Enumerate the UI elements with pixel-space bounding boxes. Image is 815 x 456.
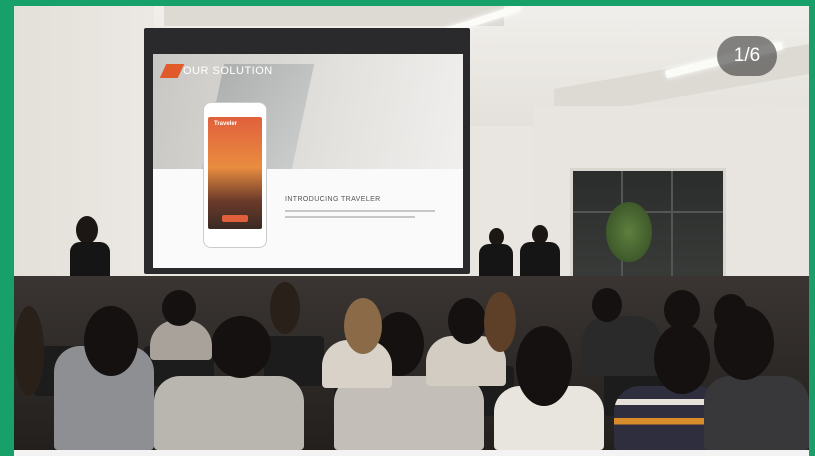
audience-member-hair <box>344 298 382 354</box>
image-counter-badge: 1/6 <box>717 36 777 76</box>
slide-body-text-line <box>285 216 415 218</box>
caption-area <box>14 450 809 456</box>
audience-member-hair <box>664 290 700 330</box>
audience-member-hair <box>211 316 271 378</box>
phone-screen: Traveler <box>208 117 262 229</box>
audience-member <box>582 316 662 376</box>
audience-member-hair <box>270 282 300 334</box>
audience-member-hair <box>14 306 44 396</box>
app-name: Traveler <box>214 121 238 127</box>
audience-member-hair <box>162 290 196 326</box>
projector-screen: OUR SOLUTION Traveler INTRODUCING TRAVEL… <box>153 54 463 268</box>
audience-member-hair <box>516 326 572 406</box>
audience <box>14 276 809 450</box>
slide-subheading: INTRODUCING TRAVELER <box>285 196 381 203</box>
audience-member-hair <box>448 298 486 344</box>
phone-mockup: Traveler <box>203 102 267 248</box>
slide-body-text-line <box>285 210 435 212</box>
audience-member-hair <box>484 292 516 352</box>
audience-member <box>704 376 809 450</box>
phone-app-button <box>222 215 248 222</box>
audience-member <box>154 376 304 450</box>
audience-member-hair <box>592 288 622 322</box>
audience-member-hair <box>714 294 748 334</box>
plant <box>606 202 652 262</box>
presenter-head <box>76 216 98 244</box>
slide-heading: OUR SOLUTION <box>183 65 273 77</box>
audience-member <box>150 320 212 360</box>
audience-member-hair <box>84 306 138 376</box>
ceiling-beam <box>164 6 504 26</box>
photo-viewer[interactable]: OUR SOLUTION Traveler INTRODUCING TRAVEL… <box>14 6 809 450</box>
audience-member-hair <box>654 324 710 394</box>
